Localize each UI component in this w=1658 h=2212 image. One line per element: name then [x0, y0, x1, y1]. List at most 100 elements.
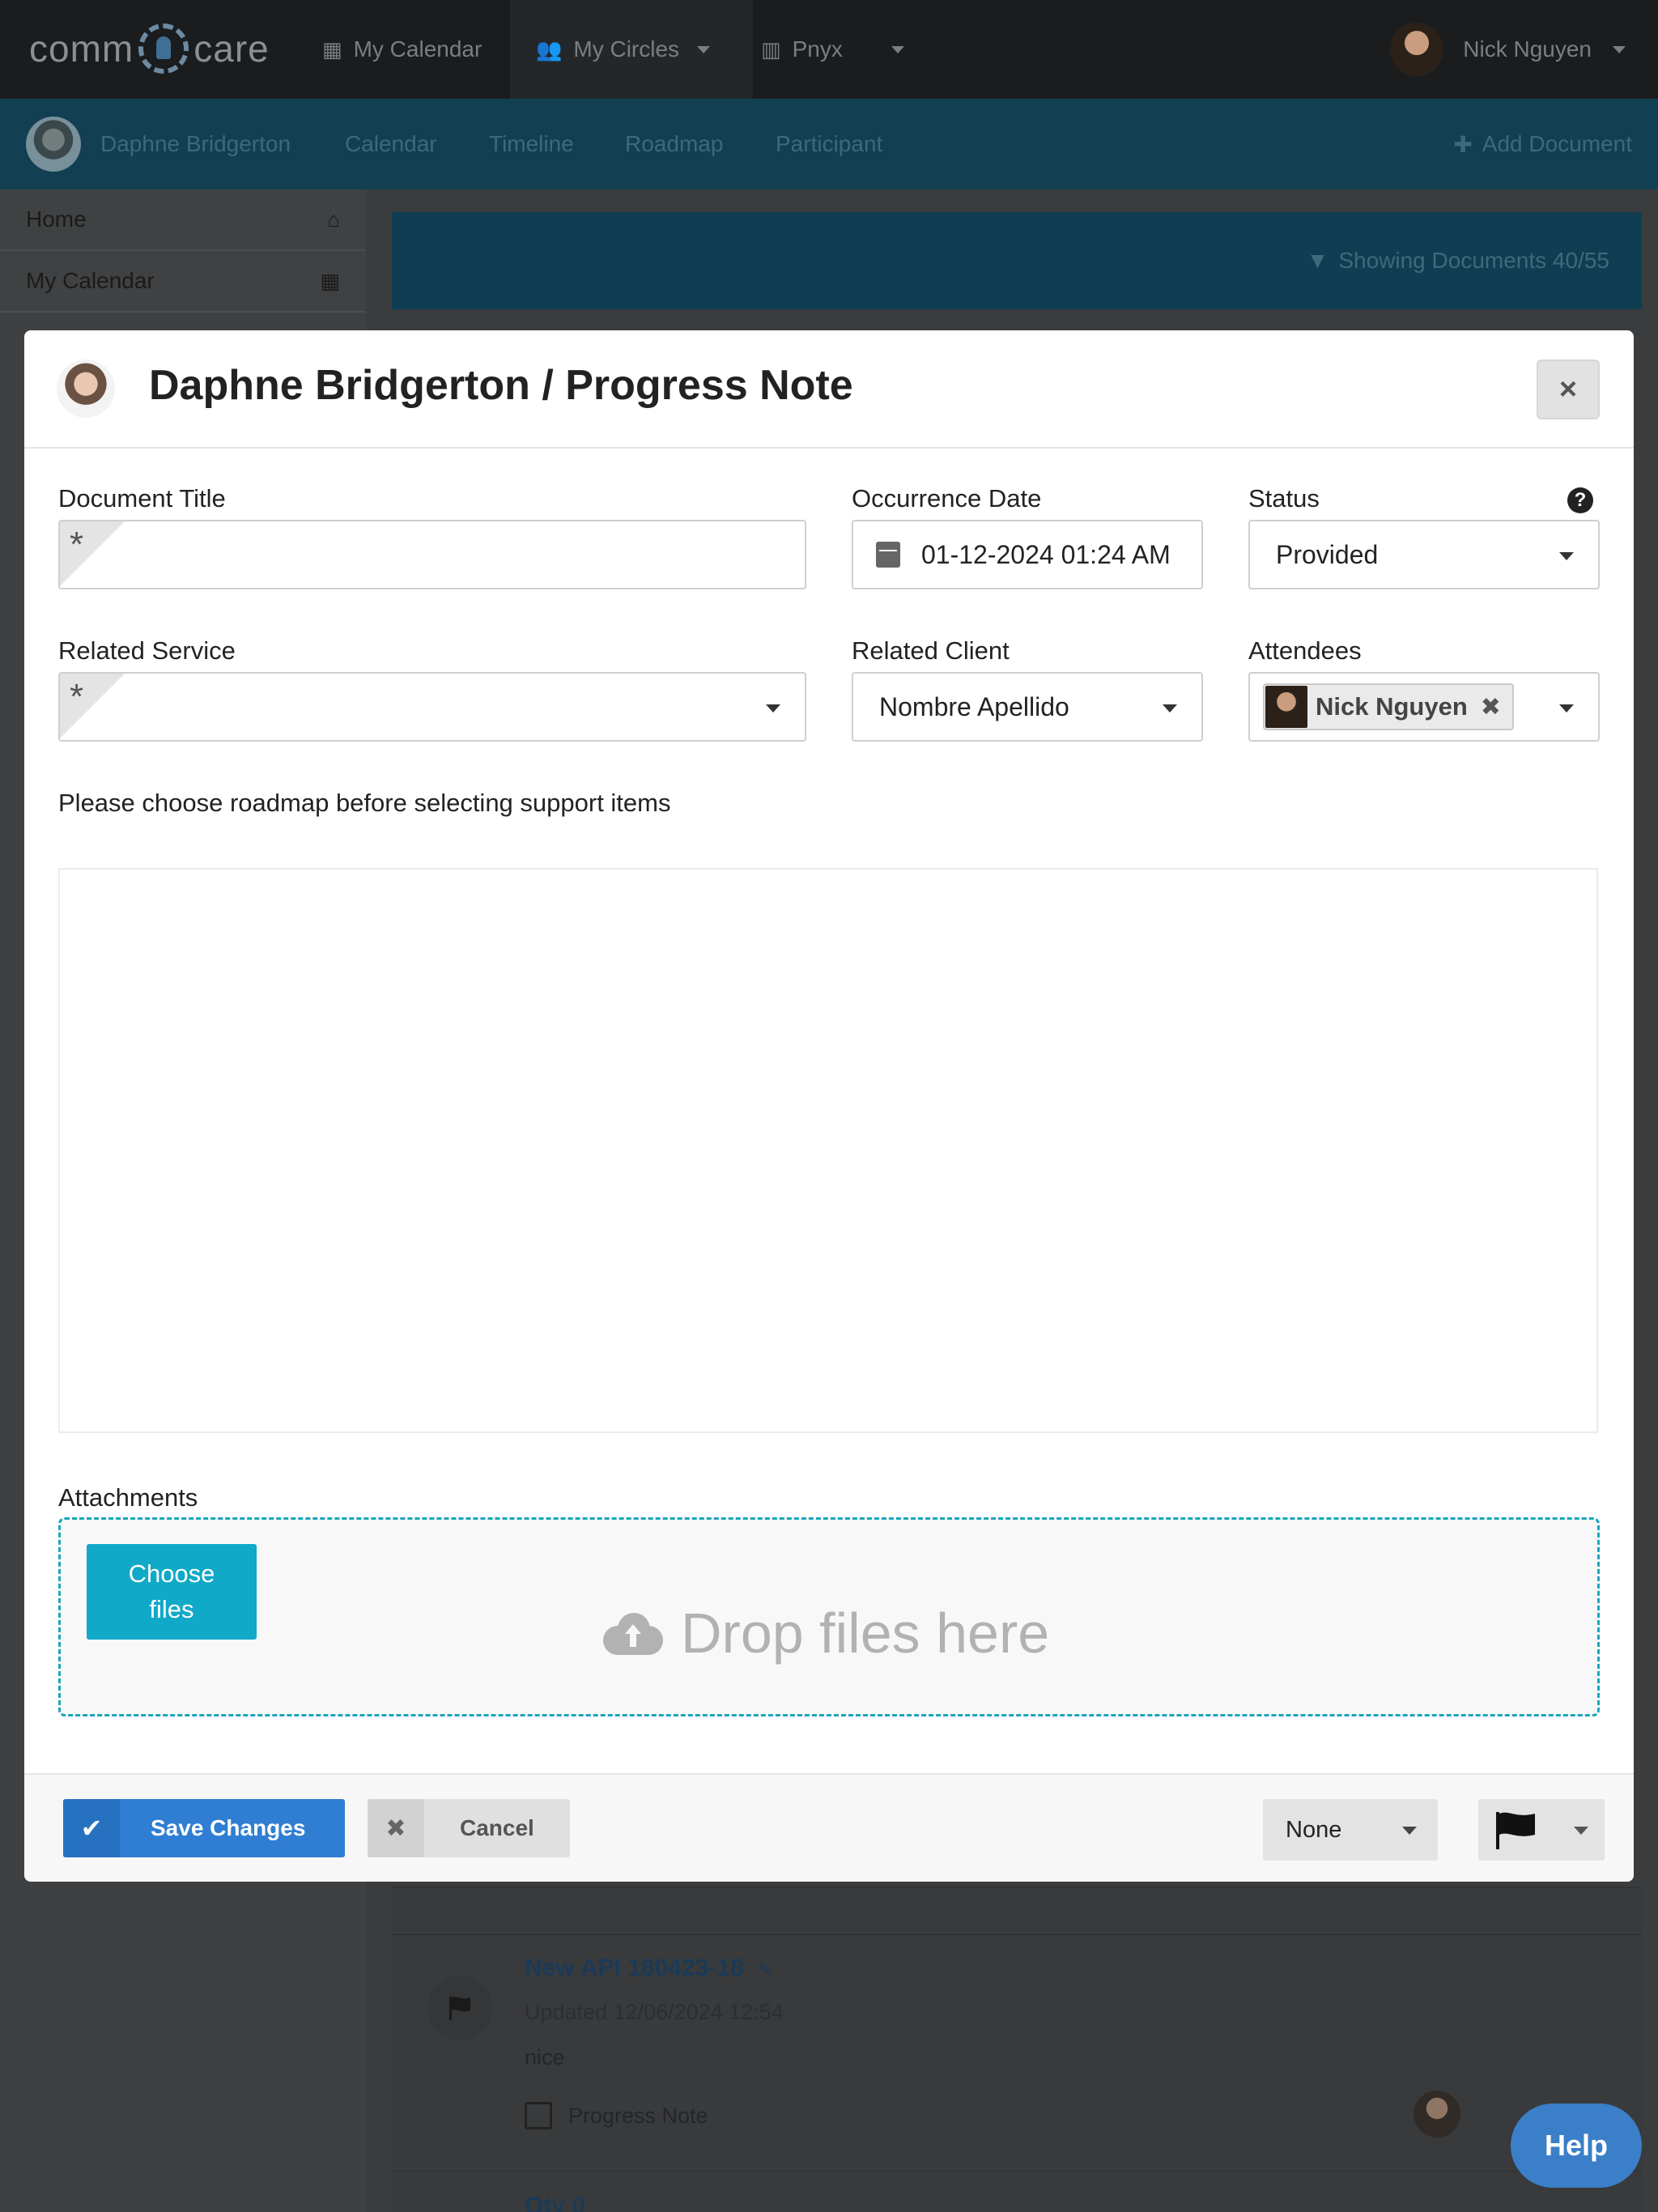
sidebar-item-my-calendar[interactable]: My Calendar ▦ — [0, 251, 366, 313]
document-card[interactable]: Qty 0 — [392, 2170, 1642, 2212]
nav-pnyx-label: Pnyx — [792, 36, 843, 62]
choose-files-label: Choose files — [128, 1559, 215, 1623]
user-avatar — [1390, 23, 1444, 76]
attendee-name: Nick Nguyen — [1316, 692, 1468, 721]
document-body: nice — [525, 2045, 565, 2069]
save-changes-label: Save Changes — [151, 1815, 306, 1840]
document-title-input[interactable]: * — [58, 520, 806, 589]
nav-my-circles-label: My Circles — [573, 36, 680, 62]
flag-select[interactable] — [1478, 1799, 1605, 1861]
building-icon: ▥ — [761, 36, 781, 62]
subnav-participant-name: Daphne Bridgerton — [100, 131, 291, 156]
users-icon: 👥 — [536, 36, 563, 62]
check-icon: ✔ — [63, 1799, 120, 1857]
close-icon: ✖ — [368, 1799, 424, 1857]
close-button[interactable]: × — [1537, 359, 1600, 419]
remove-attendee-icon[interactable]: ✖ — [1481, 693, 1501, 721]
logo-text-left: comm — [29, 28, 134, 70]
add-document-button[interactable]: ✚ Add Document — [1453, 99, 1632, 189]
drop-files-text: Drop files here — [681, 1602, 1050, 1665]
attendees-label: Attendees — [1248, 636, 1362, 665]
modal-footer: ✔ Save Changes ✖ Cancel None — [24, 1773, 1634, 1882]
documents-filter-banner[interactable]: ▼ Showing Documents 40/55 — [392, 212, 1642, 309]
support-items-area — [58, 868, 1598, 1433]
nav-my-circles[interactable]: 👥 My Circles — [510, 0, 753, 99]
required-star: * — [70, 677, 84, 717]
logo-text-right: care — [193, 28, 270, 70]
related-client-label: Related Client — [852, 636, 1010, 665]
priority-value: None — [1286, 1816, 1342, 1843]
top-navbar: comm care ▦ My Calendar 👥 My Circles ▥ P… — [0, 0, 1658, 99]
chevron-down-icon — [766, 704, 780, 713]
choose-files-button[interactable]: Choose files — [87, 1544, 257, 1640]
attendees-select[interactable]: Nick Nguyen ✖ — [1248, 672, 1600, 742]
chevron-down-icon — [1574, 1827, 1588, 1835]
related-client-select[interactable]: Nombre Apellido — [852, 672, 1203, 742]
sidebar-item-home[interactable]: Home ⌂ — [0, 189, 366, 251]
question-circle-icon[interactable]: ? — [1567, 487, 1593, 513]
progress-note-modal: Daphne Bridgerton / Progress Note × Docu… — [24, 330, 1634, 1882]
attendee-tag: Nick Nguyen ✖ — [1263, 683, 1514, 730]
add-document-label: Add Document — [1482, 131, 1632, 156]
pencil-icon: ✎ — [757, 1959, 774, 1980]
subnav-calendar-label: Calendar — [345, 131, 437, 156]
document-updated: Updated 12/06/2024 12:54 — [525, 2000, 784, 2024]
subnav-calendar[interactable]: Calendar — [345, 99, 437, 189]
subnav-participant[interactable]: Daphne Bridgerton — [26, 99, 291, 189]
document-type: Progress Note — [525, 2102, 708, 2129]
document-title-link[interactable]: Qty 0 — [525, 2193, 585, 2212]
chevron-down-icon — [891, 45, 904, 53]
author-avatar — [1414, 2091, 1460, 2138]
file-drop-zone[interactable]: Choose files Drop files here — [58, 1517, 1600, 1716]
logo-gear-icon — [138, 23, 189, 74]
document-card[interactable]: New API 180423-18 ✎ Updated 12/06/2024 1… — [392, 1933, 1642, 2168]
document-type-label: Progress Note — [568, 2103, 708, 2128]
related-service-select[interactable]: * — [58, 672, 806, 742]
priority-select[interactable]: None — [1263, 1799, 1438, 1861]
cloud-upload-icon — [603, 1613, 663, 1655]
participant-subnav: Daphne Bridgerton Calendar Timeline Road… — [0, 99, 1658, 189]
plus-icon: ✚ — [1453, 131, 1473, 157]
attendee-avatar — [1265, 686, 1307, 728]
participant-avatar — [57, 359, 115, 418]
document-title-link[interactable]: New API 180423-18 ✎ — [525, 1955, 773, 1982]
commcare-logo[interactable]: comm care — [29, 23, 270, 74]
status-value: Provided — [1276, 539, 1379, 569]
chevron-down-icon — [1559, 704, 1574, 713]
subnav-participant-tab[interactable]: Participant — [776, 99, 882, 189]
related-service-label: Related Service — [58, 636, 236, 665]
occurrence-date-value: 01-12-2024 01:24 AM — [921, 539, 1171, 569]
help-button[interactable]: Help — [1511, 2104, 1642, 2188]
document-card[interactable] — [392, 1887, 1642, 1932]
subnav-roadmap-label: Roadmap — [625, 131, 724, 156]
subnav-timeline-label: Timeline — [489, 131, 574, 156]
chevron-down-icon — [697, 45, 711, 53]
nav-pnyx[interactable]: ▥ Pnyx — [761, 0, 904, 99]
chevron-down-icon — [1163, 704, 1177, 713]
subnav-timeline[interactable]: Timeline — [489, 99, 574, 189]
help-button-label: Help — [1544, 2129, 1608, 2162]
sidebar-item-label: Home — [26, 206, 87, 232]
subnav-roadmap[interactable]: Roadmap — [625, 99, 723, 189]
status-select[interactable]: Provided — [1248, 520, 1600, 589]
flag-icon — [427, 1976, 492, 2040]
chevron-down-icon — [1559, 552, 1574, 560]
document-title-label: Document Title — [58, 484, 226, 513]
document-title: New API 180423-18 — [525, 1955, 744, 1981]
filter-icon: ▼ — [1306, 248, 1329, 273]
status-label: Status — [1248, 484, 1320, 513]
nav-user-menu[interactable]: Nick Nguyen — [1390, 0, 1626, 99]
sidebar-item-label: My Calendar — [26, 268, 155, 293]
cancel-label: Cancel — [460, 1815, 534, 1840]
modal-title: Daphne Bridgerton / Progress Note — [149, 362, 853, 409]
occurrence-date-input[interactable]: 01-12-2024 01:24 AM — [852, 520, 1203, 589]
help-mark: ? — [1574, 489, 1587, 511]
calendar-icon: ▦ — [320, 268, 340, 293]
subnav-participant-tab-label: Participant — [776, 131, 883, 156]
close-icon: × — [1558, 372, 1578, 406]
cancel-button[interactable]: ✖ Cancel — [368, 1799, 570, 1857]
drop-files-hint: Drop files here — [603, 1601, 1049, 1665]
nav-my-calendar[interactable]: ▦ My Calendar — [322, 0, 482, 99]
flag-icon — [1496, 1812, 1535, 1849]
save-changes-button[interactable]: ✔ Save Changes — [63, 1799, 345, 1857]
